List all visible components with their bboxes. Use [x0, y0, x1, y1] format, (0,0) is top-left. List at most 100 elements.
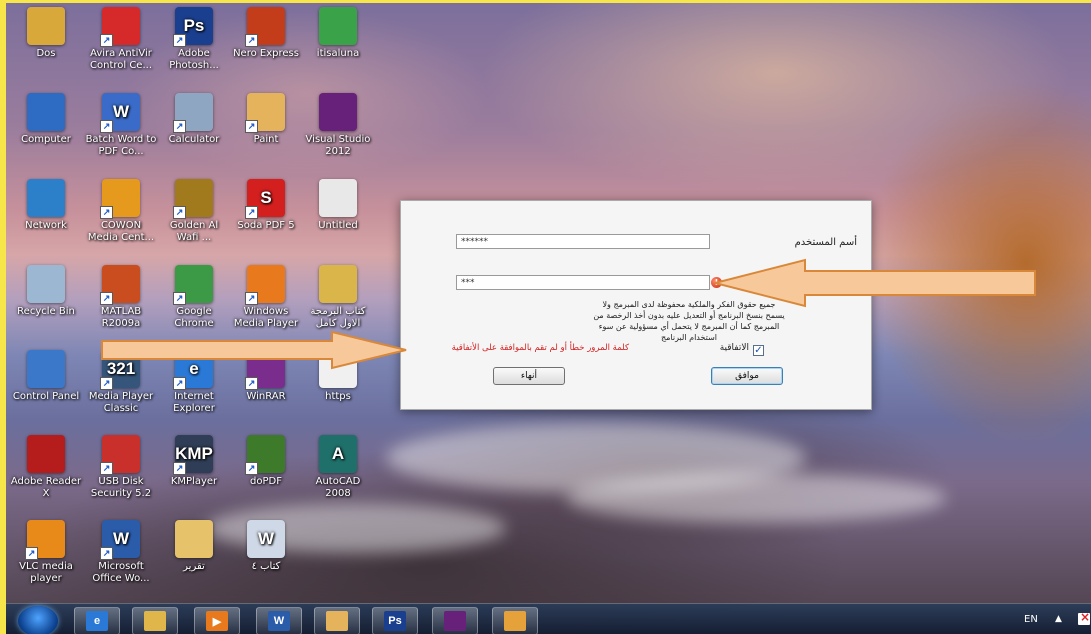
shortcut-arrow-icon: ↗	[245, 462, 258, 475]
desktop-frame: Dos ↗ Avira AntiVir Control Ce... Ps ↗ Adobe …	[0, 0, 1091, 634]
desktop-icon-label: كتاب البرمجة الاول كامل	[310, 306, 366, 329]
control-panel-icon	[27, 350, 65, 388]
taskbar-item[interactable]	[132, 607, 178, 634]
desktop-icon[interactable]: ↗ Paint	[230, 93, 302, 146]
desktop-icon-label: MATLAB R2009a	[100, 306, 142, 329]
desktop-icon-label: تقرير	[183, 561, 205, 572]
desktop-icon[interactable]: W كتاب ٤	[230, 520, 302, 573]
desktop-icon[interactable]: ↗ Golden Al Wafi ...	[158, 179, 230, 244]
desktop-icon[interactable]: ↗ COWON Media Cent...	[85, 179, 157, 244]
paint-icon	[326, 611, 348, 631]
error-message: كلمة المرور خطأ أو لم تقم بالموافقة على …	[451, 343, 629, 353]
desktop-icon-label: Nero Express	[233, 48, 299, 59]
ok-button[interactable]: موافق	[711, 367, 783, 385]
desktop-icon-label: doPDF	[250, 476, 282, 487]
desktop-icon[interactable]: ↗ VLC media player	[10, 520, 82, 585]
desktop-icon[interactable]: A AutoCAD 2008	[302, 435, 374, 500]
desktop-icon-label: Untitled	[318, 220, 358, 231]
desktop-icon-label: Visual Studio 2012	[305, 134, 371, 157]
desktop-icon-label: USB Disk Security 5.2	[90, 476, 152, 499]
desktop-icon-label: Soda PDF 5	[237, 220, 295, 231]
taskbar-item[interactable]: e	[74, 607, 120, 634]
desktop-icon[interactable]: Visual Studio 2012	[302, 93, 374, 158]
desktop-icon-label: Avira AntiVir Control Ce...	[90, 48, 152, 71]
desktop-icon[interactable]: W ↗ Batch Word to PDF Co...	[85, 93, 157, 158]
tray-expand-icon[interactable]: ▲	[1055, 614, 1062, 624]
folder-icon	[319, 265, 357, 303]
shortcut-arrow-icon: ↗	[245, 120, 258, 133]
desktop-icon[interactable]: ↗ doPDF	[230, 435, 302, 488]
media-player-icon: ▶	[206, 611, 228, 631]
desktop-icon[interactable]: itisaluna	[302, 7, 374, 60]
taskbar-item[interactable]	[492, 607, 538, 634]
taskbar-item[interactable]	[314, 607, 360, 634]
password-field[interactable]: ***	[456, 275, 710, 290]
start-button[interactable]	[18, 606, 58, 634]
desktop-icon[interactable]: ↗ USB Disk Security 5.2	[85, 435, 157, 500]
desktop-icon[interactable]: ↗ Nero Express	[230, 7, 302, 60]
desktop-icon[interactable]: Network	[10, 179, 82, 232]
file-explorer-icon	[144, 611, 166, 631]
taskbar-item[interactable]	[432, 607, 478, 634]
username-field[interactable]: ******	[456, 234, 710, 249]
desktop-icon-label: Internet Explorer	[173, 391, 215, 414]
word-icon: W	[268, 611, 290, 631]
autocad-icon: A	[319, 435, 357, 473]
action-center-flag-icon[interactable]	[1078, 610, 1090, 625]
desktop-icon[interactable]: Adobe Reader X	[10, 435, 82, 500]
paint-icon: ↗	[245, 93, 285, 133]
desktop-icon[interactable]: ↗ Windows Media Player	[230, 265, 302, 330]
desktop-icon[interactable]: Ps ↗ Adobe Photosh...	[158, 7, 230, 72]
usb-disk-security-icon: ↗	[100, 435, 140, 475]
shortcut-arrow-icon: ↗	[100, 206, 113, 219]
desktop-icon-label: Adobe Reader X	[10, 476, 82, 499]
internet-explorer-icon: e	[86, 611, 108, 631]
taskbar-item[interactable]: Ps	[372, 607, 418, 634]
desktop-icon-label: Computer	[21, 134, 71, 145]
username-label: أسم المستخدم	[794, 237, 857, 248]
word-icon: W ↗	[100, 520, 140, 560]
desktop-icon[interactable]: Computer	[10, 93, 82, 146]
matlab-icon: ↗	[100, 265, 140, 305]
adobe-reader-icon	[27, 435, 65, 473]
desktop-icon-label: كتاب ٤	[251, 561, 281, 572]
dopdf-icon: ↗	[245, 435, 285, 475]
calculator-icon: ↗	[173, 93, 213, 133]
desktop-icon[interactable]: KMP ↗ KMPlayer	[158, 435, 230, 488]
avira-icon: ↗	[100, 7, 140, 47]
exit-button[interactable]: أنهاء	[493, 367, 565, 385]
desktop-icon[interactable]: Dos	[10, 7, 82, 60]
visual-studio-icon	[444, 611, 466, 631]
desktop-icon-label: Paint	[253, 134, 279, 145]
agreement-checkbox[interactable]: ✓	[753, 345, 764, 356]
taskbar-item[interactable]: ▶	[194, 607, 240, 634]
shortcut-arrow-icon: ↗	[100, 377, 113, 390]
shortcut-arrow-icon: ↗	[173, 120, 186, 133]
desktop-icon-label: COWON Media Cent...	[87, 220, 155, 243]
network-icon	[27, 179, 65, 217]
desktop-icon[interactable]: S ↗ Soda PDF 5	[230, 179, 302, 232]
taskbar-item[interactable]: W	[256, 607, 302, 634]
desktop-icon-label: Golden Al Wafi ...	[169, 220, 219, 243]
document-icon	[319, 179, 357, 217]
desktop-icon[interactable]: W ↗ Microsoft Office Wo...	[85, 520, 157, 585]
desktop-icon-label: Windows Media Player	[233, 306, 299, 329]
desktop-icon[interactable]: ↗ Avira AntiVir Control Ce...	[85, 7, 157, 72]
desktop-icon-label: Batch Word to PDF Co...	[85, 134, 157, 157]
right-annotation-arrow	[714, 258, 1036, 308]
desktop-icon[interactable]: Recycle Bin	[10, 265, 82, 318]
desktop-icon[interactable]: ↗ MATLAB R2009a	[85, 265, 157, 330]
desktop-icon[interactable]: ↗ Google Chrome	[158, 265, 230, 330]
shortcut-arrow-icon: ↗	[245, 377, 258, 390]
shortcut-arrow-icon: ↗	[100, 120, 113, 133]
golden-alwafi-icon: ↗	[173, 179, 213, 219]
desktop-icon[interactable]: تقرير	[158, 520, 230, 573]
desktop-icon[interactable]: ↗ Calculator	[158, 93, 230, 146]
language-indicator[interactable]: EN	[1024, 614, 1038, 625]
desktop-icon[interactable]: كتاب البرمجة الاول كامل	[302, 265, 374, 330]
shortcut-arrow-icon: ↗	[173, 462, 186, 475]
desktop-icon[interactable]: Control Panel	[10, 350, 82, 403]
desktop-icon-label: itisaluna	[316, 48, 360, 59]
desktop-icon[interactable]: Untitled	[302, 179, 374, 232]
visual-studio-icon	[319, 93, 357, 131]
